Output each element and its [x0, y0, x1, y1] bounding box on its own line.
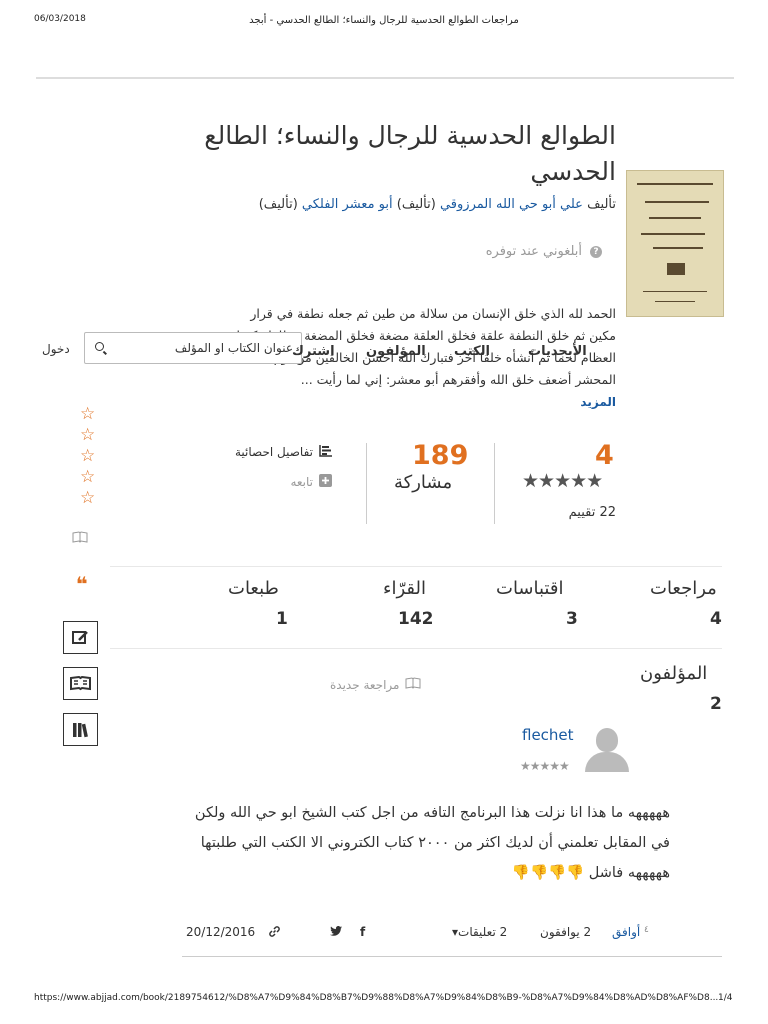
book-cover[interactable]	[626, 170, 724, 317]
stat-editions-label[interactable]: طبعات	[228, 578, 279, 599]
notify-when-available[interactable]: ? أبلغوني عند توفره	[486, 244, 602, 259]
author-link-2[interactable]: أبو معشر الفلكي	[302, 197, 393, 212]
rate-star-3[interactable]: ☆	[80, 446, 95, 466]
print-page-title: مراجعات الطوالع الحدسية للرجال والنساء؛ …	[249, 15, 519, 26]
link-icon[interactable]	[268, 925, 281, 941]
rate-star-4[interactable]: ☆	[80, 467, 95, 487]
stat-quotes-label[interactable]: اقتباسات	[496, 578, 563, 599]
open-book-icon[interactable]	[72, 531, 88, 546]
shares-value: 189	[412, 440, 469, 471]
rating-stars: ★★★★★	[522, 470, 603, 492]
stat-readers-label[interactable]: القرّاء	[383, 578, 426, 599]
rate-star-5[interactable]: ☆	[80, 488, 95, 508]
review-button[interactable]	[63, 621, 98, 654]
search-input[interactable]: عنوان الكتاب او المؤلف	[84, 332, 302, 364]
author-role-2: (تأليف)	[258, 197, 298, 212]
search-icon	[95, 342, 104, 351]
authors-prefix: تأليف	[587, 197, 616, 212]
stats-separator	[494, 443, 495, 524]
reading-button[interactable]	[63, 667, 98, 700]
follow-button[interactable]: تابعه	[290, 474, 332, 490]
author-link-1[interactable]: علي أبو حي الله المرزوقي	[440, 197, 583, 212]
rate-star-1[interactable]: ☆	[80, 404, 95, 424]
authors-count-label[interactable]: المؤلفون	[640, 663, 707, 684]
nav-abjadiyat[interactable]: الأبجديات	[528, 344, 587, 359]
author-role-1: (تأليف)	[396, 197, 436, 212]
review-divider	[182, 956, 722, 957]
quote-icon[interactable]: ❝	[76, 572, 88, 596]
book-title: الطوالع الحدسية للرجال والنساء؛ الطالع ا…	[204, 121, 616, 186]
bar-chart-icon	[319, 444, 333, 460]
review-stars: ★★★★★	[520, 759, 570, 773]
stat-readers-value: 142	[398, 609, 434, 629]
comments-toggle[interactable]: 2 تعليقات▾	[452, 925, 507, 939]
authors-count-value: 2	[710, 694, 722, 714]
review-date: 20/12/2016	[186, 925, 256, 939]
shelf-button[interactable]	[63, 713, 98, 746]
print-url: https://www.abjjad.com/book/2189754612/%…	[34, 993, 719, 1003]
new-review-button[interactable]: مراجعة جديدة	[330, 677, 421, 692]
agree-count[interactable]: 2 يوافقون	[540, 925, 591, 939]
rating-value: 4	[595, 440, 614, 471]
stat-reviews-label[interactable]: مراجعات	[650, 578, 717, 599]
stat-quotes-value: 3	[566, 609, 578, 629]
login-link[interactable]: دخول	[42, 342, 70, 356]
review-text: هههههه ما هذا انا نزلت هذا البرنامج التا…	[190, 798, 670, 888]
avatar[interactable]	[583, 722, 631, 772]
new-review-label: مراجعة جديدة	[330, 677, 400, 692]
stats-bottom-divider	[110, 648, 722, 649]
stats-separator	[366, 443, 367, 524]
nav-books[interactable]: الكتب	[454, 344, 490, 359]
stat-reviews-value: 4	[710, 609, 722, 629]
more-link[interactable]: المزيد	[580, 395, 616, 409]
facebook-share-icon[interactable]: f	[360, 925, 365, 939]
print-page-number: 1/4	[718, 993, 733, 1003]
agree-icon: ٤	[644, 925, 649, 935]
open-book-icon	[405, 677, 421, 692]
review-body: هههههه ما هذا انا نزلت هذا البرنامج التا…	[194, 805, 670, 881]
nav-subscribe[interactable]: اشترك	[292, 344, 335, 359]
shares-label: مشاركة	[394, 472, 453, 493]
question-icon: ?	[590, 245, 602, 258]
rating-count[interactable]: 22 تقييم	[569, 505, 616, 520]
thumbs-down-emoji: 👎👎👎👎	[511, 865, 585, 881]
reviewer-name[interactable]: flechet	[522, 726, 574, 744]
notify-label: أبلغوني عند توفره	[485, 244, 582, 259]
comments-label: 2 تعليقات	[458, 925, 508, 939]
stats-details-label: تفاصيل احصائية	[235, 445, 313, 459]
stat-editions-value: 1	[276, 609, 288, 629]
twitter-share-icon[interactable]	[330, 925, 342, 939]
top-divider	[36, 77, 734, 79]
book-authors: تأليف علي أبو حي الله المرزوقي (تأليف) أ…	[259, 197, 616, 212]
plus-icon	[319, 474, 332, 490]
rate-star-2[interactable]: ☆	[80, 425, 95, 445]
agree-button[interactable]: ٤ أوافق	[612, 925, 649, 939]
search-placeholder: عنوان الكتاب او المؤلف	[174, 341, 293, 355]
nav-authors[interactable]: المؤلفون	[366, 344, 426, 359]
follow-label: تابعه	[290, 475, 313, 489]
stats-top-divider	[110, 566, 722, 567]
stats-details-link[interactable]: تفاصيل احصائية	[235, 444, 333, 460]
agree-label: أوافق	[612, 925, 641, 939]
